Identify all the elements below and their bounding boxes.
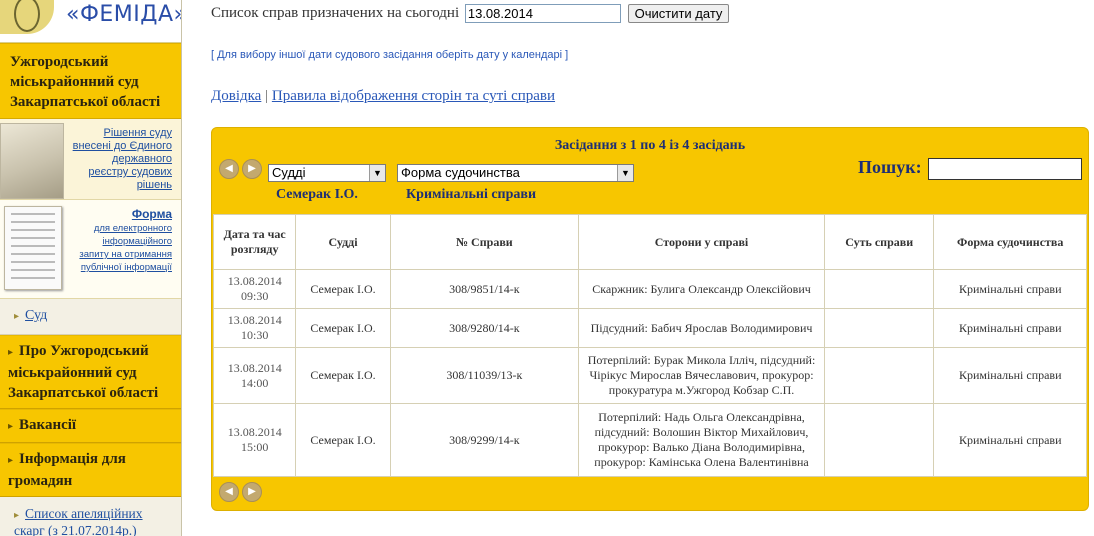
cell-essence: [823, 269, 935, 309]
cell-case-number: 308/9280/14-к: [389, 308, 580, 348]
bullet-icon: ▸: [14, 510, 20, 521]
procedure-form-select-value: Форма судочинства: [401, 165, 520, 180]
cell-judge: Семерак І.О.: [295, 403, 391, 477]
brand-name: «ФЕМІДА»: [66, 2, 182, 27]
chevron-down-icon[interactable]: ▼: [617, 165, 633, 181]
promo-information-request-form[interactable]: Форма для електронного інформаційного за…: [0, 200, 181, 299]
table-row: 13.08.2014 10:30 Семерак І.О. 308/9280/14…: [212, 308, 1087, 348]
court-name: Ужгородський міськрайонний суд Закарпатс…: [10, 54, 161, 110]
form-document-image: [4, 206, 62, 290]
table-row: 13.08.2014 09:30 Семерак І.О. 308/9851/14…: [212, 269, 1087, 309]
cases-table: Дата та час розгляду Судді № Справи Стор…: [212, 214, 1087, 477]
link-separator: |: [265, 88, 269, 104]
chevron-down-icon[interactable]: ▼: [369, 165, 385, 181]
book-image: [0, 123, 64, 199]
cell-judge: Семерак І.О.: [295, 308, 391, 348]
cell-procedure-form: Кримінальні справи: [933, 269, 1087, 309]
col-header-date: Дата та час розгляду: [212, 214, 297, 270]
cell-date-time: 13.08.2014 09:30: [212, 269, 297, 309]
cell-essence: [823, 403, 935, 477]
col-header-judges: Судді: [295, 214, 391, 270]
cell-date-time: 13.08.2014 10:30: [212, 308, 297, 348]
prev-page-icon[interactable]: ◀: [219, 159, 239, 179]
sidebar-item-vacancies[interactable]: ▸ Вакансії: [0, 409, 181, 443]
judge-select-value: Судді: [272, 165, 306, 180]
sidebar-item-about[interactable]: ▸ Про Ужгородський міськрайонний суд Зака…: [0, 335, 181, 409]
date-input[interactable]: [464, 4, 621, 23]
procedure-form-select[interactable]: Форма судочинства ▼: [397, 164, 634, 182]
sidebar-item-about-label: Про Ужгородський міськрайонний суд Закар…: [8, 343, 159, 401]
col-header-procedure-form: Форма судочинства: [933, 214, 1087, 270]
judge-select[interactable]: Судді ▼: [268, 164, 386, 182]
next-page-icon[interactable]: ▶: [242, 159, 262, 179]
display-rules-link[interactable]: Правила відображення сторін та суті спра…: [272, 88, 555, 104]
logo[interactable]: «ФЕМІДА»: [0, 0, 181, 43]
bullet-icon: ▸: [8, 347, 14, 358]
cell-essence: [823, 347, 935, 404]
bullet-icon: ▸: [8, 455, 14, 466]
cell-case-number: 308/9299/14-к: [389, 403, 580, 477]
selected-judge: Семерак І.О.: [276, 187, 358, 202]
form-link-title[interactable]: Форма: [72, 208, 172, 221]
sidebar-item-vacancies-label: Вакансії: [19, 417, 77, 433]
sidebar-item-citizen-info-label: Інформація для громадян: [8, 451, 126, 489]
col-header-parties: Сторони у справі: [578, 214, 825, 270]
table-header-row: Дата та час розгляду Судді № Справи Стор…: [212, 214, 1087, 270]
sidebar-item-appeals[interactable]: ▸ Список апеляційних скарг (з 21.07.2014р…: [0, 497, 181, 536]
themis-emblem-icon: [0, 0, 54, 34]
help-links: Довідка | Правила відображення сторін та…: [211, 88, 555, 105]
selected-procedure-form: Кримінальні справи: [406, 187, 537, 202]
date-label: Список справ призначених на сьогодні: [211, 4, 460, 21]
sessions-panel: Засідання з 1 по 4 із 4 засідань ◀ ▶ Суд…: [211, 127, 1089, 511]
cell-parties: Підсудний: Бабич Ярослав Володимирович: [578, 308, 825, 348]
cell-parties: Скаржник: Булига Олександр Олексійович: [578, 269, 825, 309]
court-decisions-link[interactable]: Рішення суду внесені до Єдиного державно…: [73, 127, 172, 191]
sidebar-item-appeals-link[interactable]: Список апеляційних скарг (з 21.07.2014р.…: [14, 506, 143, 536]
pagination-bottom: ◀ ▶: [219, 482, 262, 502]
search-label: Пошук:: [858, 157, 922, 177]
next-page-icon[interactable]: ▶: [242, 482, 262, 502]
table-row: 13.08.2014 15:00 Семерак І.О. 308/9299/14…: [212, 403, 1087, 477]
pagination-top: ◀ ▶: [219, 159, 262, 179]
col-header-essence: Суть справи: [823, 214, 935, 270]
sessions-title: Засідання з 1 по 4 із 4 засідань: [554, 138, 746, 153]
cell-procedure-form: Кримінальні справи: [933, 308, 1087, 348]
cell-case-number: 308/9851/14-к: [389, 269, 580, 309]
cell-procedure-form: Кримінальні справи: [933, 347, 1087, 404]
sidebar-item-citizen-info[interactable]: ▸ Інформація для громадян: [0, 443, 181, 497]
form-link-description[interactable]: для електронного інформаційного запиту н…: [79, 223, 172, 273]
cell-essence: [823, 308, 935, 348]
bullet-icon: ▸: [8, 421, 14, 432]
sidebar-item-court[interactable]: ▸ Суд: [0, 299, 181, 335]
cell-date-time: 13.08.2014 14:00: [212, 347, 297, 404]
date-filter-row: Список справ призначених на сьогодні Очи…: [211, 4, 730, 23]
sidebar: «ФЕМІДА» Ужгородський міськрайонний суд …: [0, 0, 182, 536]
cell-parties: Потерпілий: Бурак Микола Ілліч, підсудни…: [578, 347, 825, 404]
prev-page-icon[interactable]: ◀: [219, 482, 239, 502]
calendar-hint: [ Для вибору іншої дати судового засідан…: [211, 49, 569, 61]
sessions-panel-header: Засідання з 1 по 4 із 4 засідань ◀ ▶ Суд…: [212, 128, 1088, 214]
court-name-box: Ужгородський міськрайонний суд Закарпатс…: [0, 43, 181, 119]
promo-court-decisions[interactable]: Рішення суду внесені до Єдиного державно…: [0, 119, 181, 200]
cell-procedure-form: Кримінальні справи: [933, 403, 1087, 477]
cell-parties: Потерпілий: Надь Ольга Олександрівна, пі…: [578, 403, 825, 477]
cell-judge: Семерак І.О.: [295, 347, 391, 404]
help-link[interactable]: Довідка: [211, 88, 261, 104]
clear-date-button[interactable]: Очистити дату: [627, 4, 730, 23]
cell-judge: Семерак І.О.: [295, 269, 391, 309]
col-header-case-number: № Справи: [389, 214, 580, 270]
search-input[interactable]: [928, 158, 1082, 180]
bullet-icon: ▸: [14, 311, 20, 322]
sidebar-item-court-link[interactable]: Суд: [25, 308, 47, 323]
cell-date-time: 13.08.2014 15:00: [212, 403, 297, 477]
cell-case-number: 308/11039/13-к: [389, 347, 580, 404]
table-row: 13.08.2014 14:00 Семерак І.О. 308/11039/1…: [212, 347, 1087, 404]
